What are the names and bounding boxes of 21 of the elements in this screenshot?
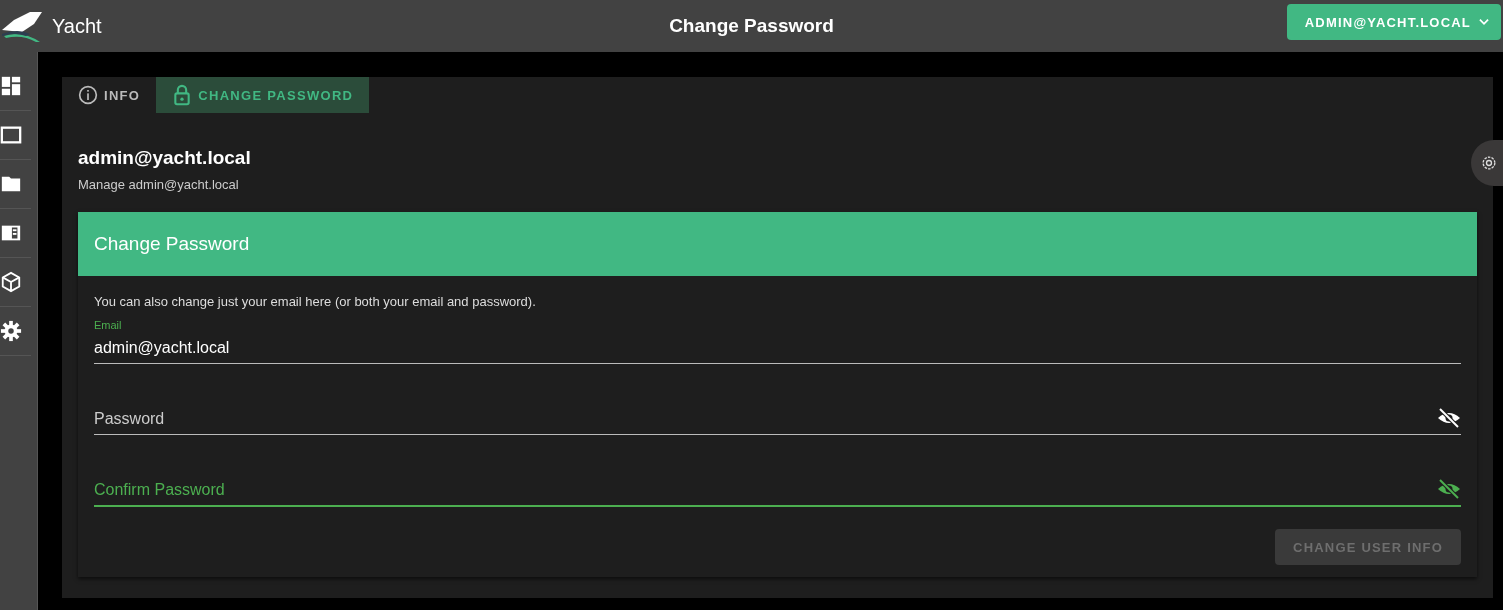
form-title: Change Password — [94, 233, 250, 255]
window-icon[interactable] — [0, 124, 22, 146]
eye-off-icon[interactable] — [1437, 406, 1461, 430]
password-field[interactable]: Password — [94, 410, 1437, 434]
page-title: Change Password — [669, 15, 834, 37]
info-icon — [78, 85, 98, 105]
user-name: admin@yacht.local — [78, 147, 252, 169]
dashboard-icon[interactable] — [0, 75, 22, 97]
email-field[interactable]: admin@yacht.local — [94, 339, 1461, 363]
settings-icon[interactable] — [0, 320, 22, 342]
tab[interactable]: CHANGE PASSWORD — [156, 77, 370, 113]
password-field[interactable]: Confirm Password — [94, 481, 1437, 505]
app-name: Yacht — [52, 14, 102, 38]
lock-icon — [172, 84, 193, 106]
form-note: You can also change just your email here (or both your email and password). — [94, 294, 537, 309]
user-menu-button[interactable]: ADMIN@YACHT.LOCAL — [1286, 4, 1501, 40]
tab[interactable]: INFO — [62, 77, 157, 113]
cube-icon[interactable] — [0, 271, 22, 293]
field-label: Email — [94, 319, 122, 331]
eye-off-icon[interactable] — [1437, 477, 1461, 501]
user-subtitle: Manage admin@yacht.local — [78, 177, 240, 192]
